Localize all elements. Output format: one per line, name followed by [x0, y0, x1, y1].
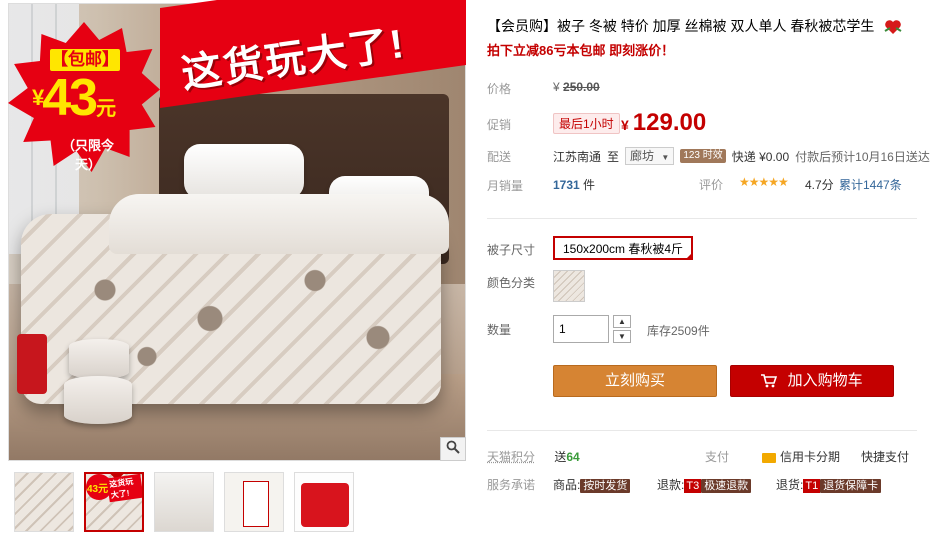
thumb-mini-banner: 这货玩大了!	[106, 474, 142, 503]
photo-pillow	[184, 144, 304, 199]
size-option-selected[interactable]: 150x200cm 春秋被4斤	[553, 236, 694, 260]
thumbnail-1[interactable]	[14, 472, 74, 532]
price-value: 129.00	[632, 109, 707, 136]
thumbnail-strip: 43元 这货玩大了!	[14, 472, 354, 532]
express-fee: 快递 ¥0.00	[731, 149, 790, 164]
fast-refund-tag[interactable]: 极速退款	[701, 479, 752, 493]
shipping-info: 江苏南通 至 廊坊 ▼ 123 时效 快递 ¥0.00 付款后预计10月16日送…	[553, 147, 930, 165]
points-number: 64	[566, 450, 580, 464]
rating-stars-icon: ★★★★★	[739, 175, 789, 189]
credit-installment-text: 信用卡分期	[780, 450, 841, 464]
return-card-tag[interactable]: 退货保障卡	[820, 479, 882, 493]
quantity-decrement-button[interactable]: ▼	[613, 330, 631, 343]
product-title-text: 【会员购】被子 冬被 特价 加厚 丝棉被 双人单人 春秋被芯学生	[487, 18, 875, 34]
monthly-sales: 1731 件	[553, 176, 595, 193]
shipping-label: 配送	[487, 150, 512, 164]
photo-quilt-fold	[109, 194, 449, 254]
chevron-down-icon: ▼	[661, 153, 670, 162]
photo-round-box	[64, 376, 132, 424]
rating-score: 4.7分	[805, 178, 834, 192]
delivery-eta: 付款后预计10月16日送达	[795, 149, 930, 164]
service-promise-label: 服务承诺	[487, 478, 536, 492]
on-time-ship-tag[interactable]: 按时发货	[580, 479, 631, 493]
credit-installment[interactable]: 信用卡分期	[762, 448, 840, 465]
quantity-label: 数量	[487, 323, 512, 337]
destination-value: 廊坊	[630, 149, 655, 163]
monthly-sales-label: 月销量	[487, 179, 524, 193]
color-label: 颜色分类	[487, 276, 536, 290]
refund-promise: 退款: T3 极速退款	[657, 476, 752, 493]
divider	[487, 218, 917, 219]
selected-check-icon	[685, 252, 694, 260]
sales-count: 1731	[553, 178, 580, 192]
promo-price-label: 促销	[487, 118, 512, 132]
ship-to-word: 至	[607, 149, 620, 164]
thumbnail-2[interactable]: 43元 这货玩大了!	[84, 472, 144, 532]
size-option-text: 150x200cm 春秋被4斤	[563, 242, 684, 256]
destination-select[interactable]: 廊坊 ▼	[625, 147, 675, 165]
sales-unit: 件	[583, 178, 596, 192]
return-prefix: T1	[803, 479, 821, 493]
tmall-points-link[interactable]: 天猫积分	[487, 450, 535, 464]
burst-price: ¥43元	[32, 68, 116, 139]
service-promise-row: 服务承诺	[487, 476, 535, 493]
rating-label: 评价	[699, 178, 724, 192]
thumbnail-5[interactable]	[294, 472, 354, 532]
review-count-link[interactable]: 累计1447条	[839, 176, 902, 193]
thumbnail-4[interactable]	[224, 472, 284, 532]
payment-label: 支付	[705, 450, 730, 464]
return-label: 退货:	[776, 478, 804, 492]
ship-from: 江苏南通	[553, 149, 602, 164]
size-label: 被子尺寸	[487, 243, 536, 257]
buy-now-button[interactable]: 立刻购买	[553, 365, 717, 397]
burst-price-number: 43	[42, 69, 98, 127]
stock-count: 库存2509件	[647, 324, 710, 338]
points-value: 送64	[554, 450, 579, 464]
points-prefix: 送	[554, 450, 567, 464]
goods-label: 商品:	[553, 478, 581, 492]
burst-currency: ¥	[32, 85, 44, 110]
return-promise: 退货: T1 退货保障卡	[776, 476, 882, 493]
divider	[487, 430, 917, 431]
price-burst-text: 【包邮】 ¥43元 （只限今天）	[8, 22, 160, 172]
goods-promise: 商品: 按时发货	[553, 476, 631, 493]
heart-icon	[884, 20, 902, 35]
add-to-cart-button[interactable]: 加入购物车	[730, 365, 894, 397]
quantity-input[interactable]	[553, 315, 609, 343]
color-swatch[interactable]	[553, 270, 585, 302]
promo-text: 拍下立减86亏本包邮 即刻涨价！	[487, 43, 675, 58]
product-title: 【会员购】被子 冬被 特价 加厚 丝棉被 双人单人 春秋被芯学生	[487, 16, 902, 36]
refund-prefix: T3	[684, 479, 702, 493]
price-currency: ¥	[621, 117, 629, 133]
original-price: ¥ 250.00	[553, 80, 600, 94]
thumb-mini-price: 43元	[87, 484, 109, 495]
photo-round-box	[69, 339, 129, 379]
refund-label: 退款:	[657, 478, 685, 492]
burst-unit: 元	[96, 98, 116, 120]
cart-icon	[761, 374, 778, 388]
quick-pay[interactable]: 快捷支付	[861, 448, 909, 465]
original-price-value: 250.00	[563, 80, 600, 94]
delivery-time-badge: 123 时效	[680, 149, 726, 163]
magnifier-icon[interactable]	[440, 437, 466, 461]
points-row: 天猫积分 送64	[487, 448, 580, 465]
thumbnail-3[interactable]	[154, 472, 214, 532]
photo-red-package	[17, 334, 47, 394]
quantity-increment-button[interactable]: ▲	[613, 315, 631, 328]
original-currency: ¥	[553, 80, 560, 94]
burst-bottom-label: （只限今天）	[61, 138, 114, 172]
credit-card-icon	[762, 452, 776, 463]
add-to-cart-label: 加入购物车	[787, 372, 863, 389]
original-price-label: 价格	[487, 82, 512, 96]
promo-price: ¥129.00	[621, 109, 706, 137]
promo-badge: 最后1小时	[553, 113, 620, 134]
